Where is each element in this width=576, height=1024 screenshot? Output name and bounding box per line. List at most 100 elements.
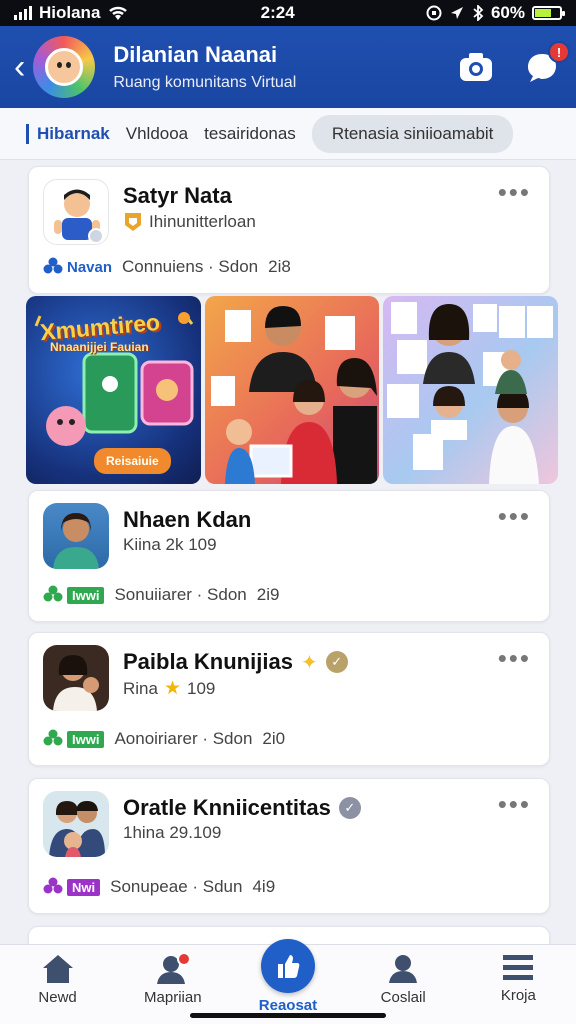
lock-rotation-icon: [426, 5, 442, 21]
battery-label: 60%: [490, 3, 525, 22]
post-subtitle: 1hina 29.109: [123, 823, 222, 842]
thumbs-up-icon: [277, 955, 300, 978]
post-meta-text: Connuiens · Sdon: [122, 257, 259, 276]
post-author-name: Paibla Knunijias: [123, 649, 293, 674]
avatar: [43, 645, 109, 711]
post-author[interactable]: Nhaen Kdan: [123, 507, 251, 533]
gallery-community-photo[interactable]: [383, 296, 559, 484]
signal-icon: [14, 6, 32, 20]
post-tag[interactable]: Iwwi: [43, 729, 105, 749]
post-card[interactable]: Nhaen Kdan Kiina 2k 109 ••• Iwwi Sonuiia…: [28, 490, 550, 622]
wifi-icon: [109, 6, 128, 20]
post-count: 2i0: [262, 729, 286, 748]
notifications-button[interactable]: !: [522, 41, 570, 87]
sparkle-icon: ✦: [300, 651, 318, 674]
more-options-icon[interactable]: •••: [498, 503, 531, 529]
more-options-icon[interactable]: •••: [498, 791, 531, 817]
post-subtitle: Kiina 2k 109: [123, 535, 217, 554]
nav-item-home[interactable]: Newd: [8, 953, 108, 1006]
post-meta: Iwwi Sonuiiarer · Sdon 2i9: [43, 585, 279, 605]
tab-rtenasia[interactable]: Rtenasia siniioamabit: [311, 114, 514, 153]
tab-bar: Hibarnak Vhldooa tesairidonas Rtenasia s…: [0, 108, 576, 160]
gallery-family-photo[interactable]: [204, 296, 380, 484]
tab-tesairidonas[interactable]: tesairidonas: [204, 124, 296, 144]
avatar: [43, 791, 109, 857]
promo-button[interactable]: Reisaiuie: [94, 448, 171, 474]
post-subtitle-row: 1hina 29.109: [123, 823, 221, 843]
post-author[interactable]: Satyr Nata: [123, 183, 232, 209]
post-tag[interactable]: Nwi: [43, 877, 101, 897]
post-card[interactable]: Oratle Knniicentitas ✓ 1hina 29.109 ••• …: [28, 778, 550, 914]
clover-icon: [43, 585, 63, 602]
post-subtitle-extra: 109: [187, 678, 216, 698]
post-author[interactable]: Paibla Knunijias ✦ ✓: [123, 649, 348, 675]
post-meta-text: Sonupeae · Sdun: [110, 877, 243, 896]
nav-label-home: Newd: [38, 989, 77, 1006]
home-icon: [42, 955, 73, 983]
clock: 2:24: [260, 3, 295, 22]
notification-badge: !: [548, 41, 570, 63]
page-subtitle: Ruang komunitans Virtual: [113, 74, 297, 91]
verified-icon: ✓: [325, 651, 348, 673]
tab-vhldooa[interactable]: Vhldooa: [126, 124, 188, 144]
media-gallery: Xmumtireo Nnaanijjei Fauian Reisaiuie: [26, 296, 559, 484]
more-options-icon[interactable]: •••: [498, 179, 531, 205]
post-count: 2i8: [268, 257, 291, 276]
post-card[interactable]: Paibla Knunijias ✦ ✓ Rina ★ 109 ••• Iwwi…: [28, 632, 550, 766]
nav-item-social[interactable]: Coslail: [353, 953, 453, 1006]
tab-hibarnak[interactable]: Hibarnak: [26, 123, 110, 144]
clover-icon: [43, 257, 63, 274]
avatar: [43, 503, 109, 569]
post-meta: Iwwi Aonoiriarer · Sdon 2i0: [43, 729, 285, 749]
menu-icon: [503, 955, 534, 980]
post-subtitle-row: Kiina 2k 109: [123, 535, 217, 555]
battery-icon: [532, 6, 565, 20]
app-logo: [33, 36, 96, 98]
post-meta-text: Sonuiiarer · Sdon: [114, 585, 247, 604]
post-tag[interactable]: Navan: [43, 257, 112, 277]
post-tag-label: Nwi: [67, 878, 101, 896]
bluetooth-icon: [473, 5, 484, 21]
carrier-label: Hiolana: [39, 3, 101, 22]
camera-button[interactable]: [456, 47, 496, 87]
user-icon: [389, 955, 418, 983]
nav-item-menu[interactable]: Kroja: [468, 953, 568, 1004]
post-subtitle: Ihinunitterloan: [149, 212, 256, 231]
post-meta-text: Aonoiriarer · Sdon: [114, 729, 253, 748]
post-count: 2i9: [256, 585, 280, 604]
post-tag[interactable]: Iwwi: [43, 585, 105, 605]
nav-label-social: Coslail: [380, 989, 426, 1006]
bottom-nav: Newd Mapriian Reaosat Coslail Kroja: [0, 939, 576, 1024]
back-button[interactable]: ‹: [14, 50, 25, 84]
promo-subtitle: Nnaanijjei Fauian: [50, 340, 149, 354]
clover-icon: [43, 729, 63, 746]
shield-icon: [125, 213, 141, 231]
post-tag-label: Iwwi: [67, 730, 105, 748]
post-card[interactable]: Satyr Nata Ihinunitterloan ••• Navan Con…: [28, 166, 550, 294]
post-meta: Navan Connuiens · Sdon 2i8: [43, 257, 291, 277]
camera-icon: [460, 53, 492, 81]
person-icon: [156, 953, 191, 984]
nav-label-messages: Mapriian: [144, 989, 202, 1006]
post-tag-label: Iwwi: [67, 586, 105, 604]
post-subtitle-row: Rina ★ 109: [123, 677, 215, 700]
avatar: [43, 179, 109, 245]
verified-icon: ✓: [338, 797, 361, 819]
home-indicator: [190, 1013, 386, 1018]
star-icon: ★: [163, 678, 182, 699]
gallery-promo-image[interactable]: Xmumtireo Nnaanijjei Fauian Reisaiuie: [26, 296, 201, 484]
post-author[interactable]: Oratle Knniicentitas ✓: [123, 795, 361, 821]
post-meta: Nwi Sonupeae · Sdun 4i9: [43, 877, 275, 897]
nav-item-center[interactable]: Reaosat: [238, 939, 338, 1014]
clover-icon: [43, 877, 63, 894]
post-author-name: Oratle Knniicentitas: [123, 795, 331, 820]
status-bar: Hiolana 2:24 60%: [0, 0, 576, 26]
nav-label-center: Reaosat: [258, 997, 318, 1014]
nav-label-menu: Kroja: [500, 987, 536, 1004]
app-header: ‹ Dilanian Naanai Ruang komunitans Virtu…: [0, 26, 576, 108]
post-subtitle-row: Ihinunitterloan: [123, 211, 256, 233]
location-icon: [450, 7, 463, 19]
more-options-icon[interactable]: •••: [498, 645, 531, 671]
post-tag-label: Navan: [67, 258, 113, 276]
nav-item-messages[interactable]: Mapriian: [123, 953, 223, 1006]
